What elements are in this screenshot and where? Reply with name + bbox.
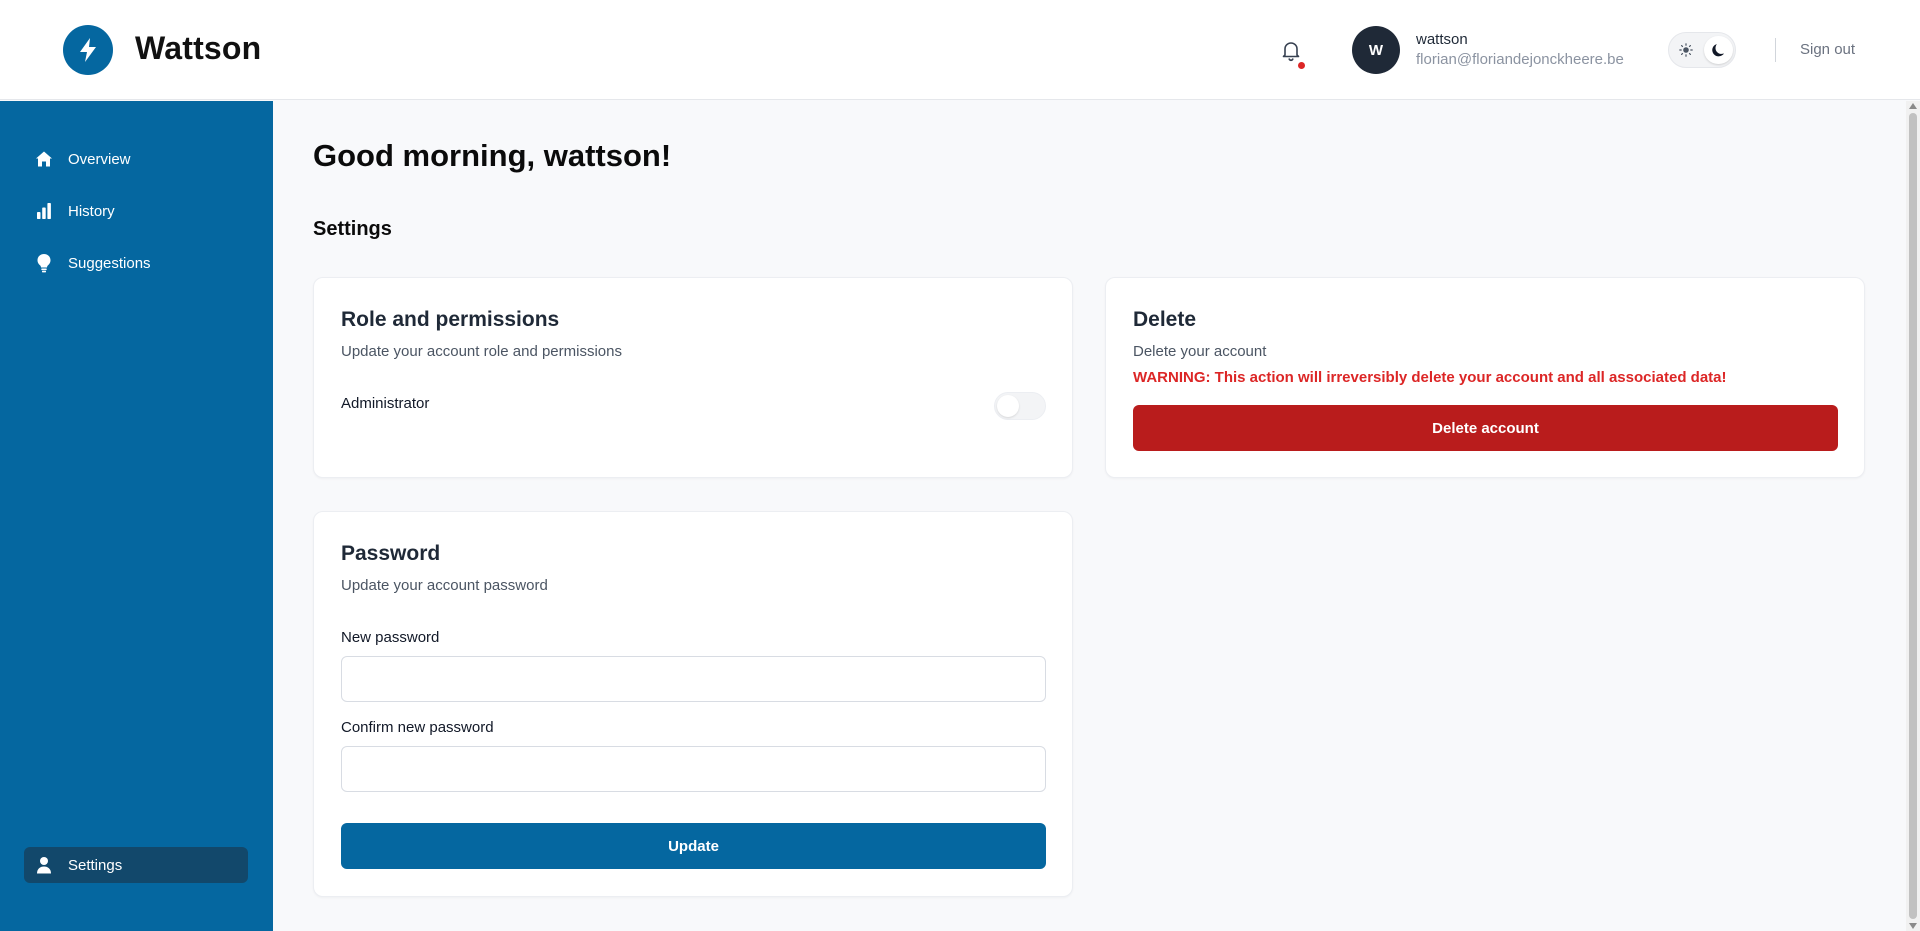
brand-name[interactable]: Wattson [135, 30, 261, 67]
lightbulb-icon [34, 253, 54, 273]
password-card: Password Update your account password Ne… [313, 511, 1073, 897]
user-name: wattson [1416, 31, 1468, 48]
confirm-password-field[interactable] [341, 746, 1046, 792]
card-title: Role and permissions [341, 308, 560, 331]
update-password-button[interactable]: Update [341, 823, 1046, 869]
administrator-label: Administrator [341, 395, 430, 412]
sign-out-link[interactable]: Sign out [1800, 41, 1855, 58]
confirm-password-label: Confirm new password [341, 719, 494, 736]
bar-chart-icon [34, 201, 54, 221]
card-title: Delete [1133, 308, 1197, 331]
sidebar-item-settings[interactable]: Settings [24, 847, 248, 883]
sidebar-item-history[interactable]: History [24, 193, 248, 229]
toggle-knob [997, 395, 1019, 417]
card-subtitle: Update your account password [341, 577, 548, 594]
scroll-up-arrow-icon[interactable] [1909, 103, 1917, 109]
avatar[interactable]: W [1352, 26, 1400, 74]
logo[interactable] [63, 25, 113, 75]
sidebar: Overview History Suggestions Settings [0, 101, 273, 931]
bolt-icon [80, 38, 96, 62]
administrator-toggle[interactable] [994, 392, 1046, 420]
role-permissions-card: Role and permissions Update your account… [313, 277, 1073, 478]
card-subtitle: Delete your account [1133, 343, 1267, 360]
theme-toggle[interactable] [1668, 32, 1736, 68]
notification-badge [1298, 62, 1305, 69]
new-password-field[interactable] [341, 656, 1046, 702]
sidebar-item-suggestions[interactable]: Suggestions [24, 245, 248, 281]
card-subtitle: Update your account role and permissions [341, 343, 622, 360]
sun-icon[interactable] [1678, 42, 1694, 58]
user-email: florian@floriandejonckheere.be [1416, 51, 1624, 68]
sidebar-item-label: Suggestions [68, 254, 151, 272]
sidebar-item-label: Overview [68, 150, 131, 168]
moon-icon[interactable] [1704, 36, 1733, 64]
card-title: Password [341, 542, 441, 565]
sidebar-item-label: Settings [68, 856, 123, 874]
header-divider [1775, 38, 1776, 62]
page-scrollbar[interactable] [1906, 101, 1920, 931]
sidebar-item-label: History [68, 202, 115, 220]
user-icon [34, 855, 54, 875]
scroll-down-arrow-icon[interactable] [1909, 923, 1917, 929]
delete-warning: WARNING: This action will irreversibly d… [1133, 369, 1727, 386]
page-title: Settings [313, 218, 392, 240]
new-password-label: New password [341, 629, 440, 646]
delete-account-card: Delete Delete your account WARNING: This… [1105, 277, 1865, 478]
greeting-heading: Good morning, wattson! [313, 138, 672, 173]
delete-account-button[interactable]: Delete account [1133, 405, 1838, 451]
bell-icon [1282, 42, 1300, 62]
scroll-thumb[interactable] [1909, 113, 1917, 919]
notifications-button[interactable] [1279, 38, 1303, 64]
sidebar-item-overview[interactable]: Overview [24, 141, 248, 177]
top-header: Wattson W wattson florian@floriandejonck… [0, 0, 1920, 100]
home-icon [34, 149, 54, 169]
